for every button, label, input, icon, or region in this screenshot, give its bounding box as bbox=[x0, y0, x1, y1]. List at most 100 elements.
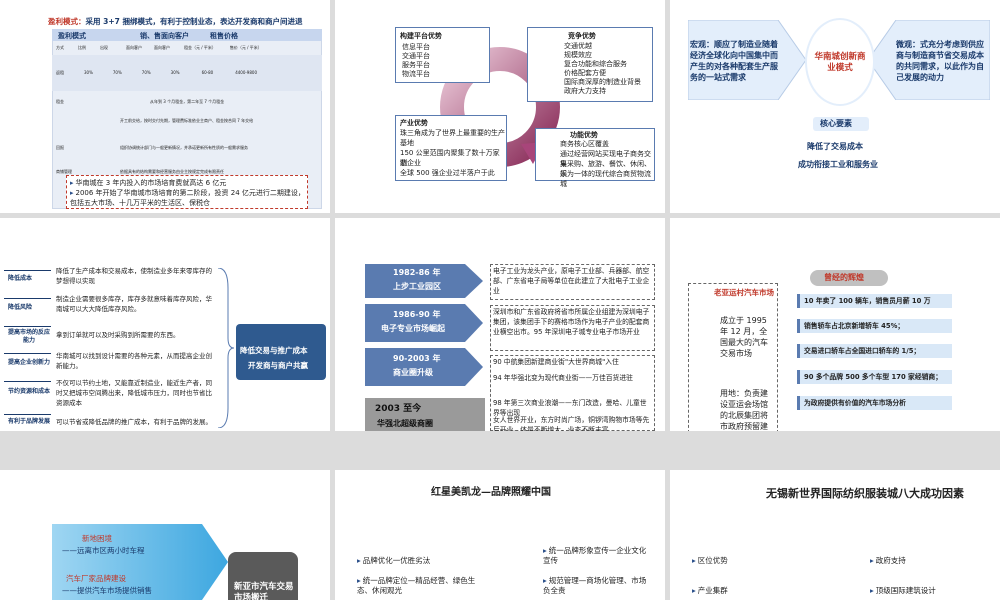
market-item: 汽车厂家品牌建设 bbox=[66, 574, 126, 583]
side-body: 成立于 1995 年 12 月，全国最大的汽车交易市场 bbox=[720, 316, 768, 358]
box-platform: 构建平台优势 信息平台 交通平台 服务平台 物流平台 bbox=[395, 27, 490, 83]
benefit-text: 制造企业需要很多库存，库存多就意味着库存风险，华南城可以大大降低库存风险。 bbox=[56, 295, 212, 313]
slide-1-profit-model[interactable]: 盈利模式：采用 3+7 捆绑模式，有利于控制业态，表达开发商和商户间进退 盈利模… bbox=[0, 0, 330, 213]
core-label: 核心要素 bbox=[820, 119, 852, 128]
benefit-label: 提高市场的反应能力 bbox=[8, 329, 51, 344]
box-title: 产业优势 bbox=[400, 119, 428, 127]
stage-text: 深圳市和广东省政府将省市所属企业组建为深圳电子集团，该集团手下的赛格市场作为电子… bbox=[493, 308, 650, 336]
table-cell: 4400-9800 bbox=[235, 70, 257, 75]
table-head: 租售价格 bbox=[210, 32, 238, 40]
heading-red: 盈利模式： bbox=[48, 17, 86, 26]
table-sub: 售价（元 / 平米） bbox=[229, 45, 262, 50]
glory-item: 90 多个品牌 500 多个车型 170 家经销商； bbox=[804, 373, 943, 381]
benefit-text: 不仅可以节约土地，又能靠近制造业，能近生产者，同时又把城市空间腾出来，降低城市压… bbox=[56, 379, 212, 407]
slide-7-new-market[interactable]: 新地困境 ——远离市区两小时车程 汽车厂家品牌建设 ——提供汽车市场提供销售 新… bbox=[0, 470, 330, 600]
macro-text: 宏观：顺应了制造业随着经济全球化向中国集中而产生的对各种配套生产服务的一站式需求 bbox=[690, 40, 778, 82]
core-line: 成功衔接工业和服务业 bbox=[798, 160, 878, 169]
benefit-text: 华南城可以找到设计需要的各种元素，从而提高企业创新能力。 bbox=[56, 352, 212, 370]
table-sub: 租金（元 / 平米） bbox=[184, 45, 216, 50]
table-sub: 比例 bbox=[78, 45, 86, 50]
box-item: 全球 500 强企业过半落户于此 bbox=[400, 169, 495, 177]
table-cell: 返租 bbox=[56, 70, 64, 75]
result-line: 开发商与商户共赢 bbox=[248, 361, 308, 370]
stage-name: 电子专业市场崛起 bbox=[381, 324, 445, 333]
brand-item: 规范管理—商场化管理、市场负全责 bbox=[543, 576, 649, 596]
benefit-label: 节约资源和成本 bbox=[8, 388, 51, 395]
stage-name: 商业圈升级 bbox=[393, 368, 433, 377]
glory-item: 为政府提供有价值的汽车市场分析 bbox=[804, 399, 906, 407]
stage-text: 90 中航集团新建商业街"大世界商城"入住 bbox=[493, 358, 619, 366]
table-cell: 30% bbox=[84, 70, 93, 75]
stage-name: 华强北超级商圈 bbox=[377, 419, 433, 428]
market-item: ——远离市区两小时车程 bbox=[62, 546, 145, 555]
table-sub: 出现 bbox=[100, 45, 108, 50]
stage-text: 94 年华强北变为现代商业街——万佳百货进驻 bbox=[493, 374, 633, 382]
factor-item: 产业集群 bbox=[692, 586, 728, 596]
market-item: 新地困境 bbox=[82, 534, 112, 543]
stage-year: 1986-90 年 bbox=[393, 310, 441, 319]
stage-name: 上步工业园区 bbox=[393, 282, 441, 291]
slide-8-red-star[interactable]: 红星美凯龙—品牌照耀中国 品牌优化一优胜劣汰 统一品牌形象宣传一企业文化宣传 统… bbox=[335, 470, 665, 600]
box-item: 物流平台 bbox=[402, 70, 430, 78]
box-industry: 产业优势 珠三角成为了世界上最重要的生产 基地 150 公里范围内聚集了数十万家… bbox=[395, 115, 507, 181]
factor-item: 政府支持 bbox=[870, 556, 906, 566]
table-sub: 方式 bbox=[56, 45, 64, 50]
benefit-text: 拿到订单就可以及时采购到所需要的东西。 bbox=[56, 331, 180, 339]
box-item: 商务核心区覆盖 bbox=[560, 140, 609, 148]
core-line: 降低了交易成本 bbox=[807, 142, 863, 151]
slide-5-huaqiang-timeline[interactable]: 1982-86 年 上步工业园区 1986-90 年 电子专业市场崛起 90-2… bbox=[335, 218, 665, 431]
table-sub: 面向客户 bbox=[154, 45, 170, 50]
box-item: 政府大力支持 bbox=[564, 87, 606, 95]
benefit-label: 有利于品牌发展 bbox=[8, 418, 51, 425]
box-competition: 竞争优势 交通优越 规模效应 复合功能和综合服务 价格配套方便 国际商深厚的制造… bbox=[527, 27, 653, 102]
box-function: 功能优势 商务核心区覆盖 通过经营网站买现电子商务交易 集采购、旅游、餐饮、休闲… bbox=[535, 128, 655, 188]
slide-2-advantages[interactable]: 构建平台优势 信息平台 交通平台 服务平台 物流平台 竞争优势 交通优越 规模效… bbox=[335, 0, 665, 213]
bullet-item: 华南城在 3 年内投入的市场培育费就高达 6 亿元 bbox=[70, 178, 306, 188]
row-label: 租金 bbox=[56, 99, 64, 104]
stage-text: 女人世界开业，东方时尚广场，铜锣湾购物市场等先后开业，体量不断增大，业态不断丰富 bbox=[493, 416, 650, 431]
stage-year: 2003 至今 bbox=[375, 404, 422, 414]
brand-item: 品牌优化一优胜劣汰 bbox=[357, 556, 507, 566]
table-head: 盈利模式 bbox=[58, 32, 86, 40]
heading-text: 采用 3+7 捆绑模式，有利于控制业态，表达开发商和商户间进退 bbox=[85, 17, 303, 26]
row-text: 组织协调统计部门与一般更新情况，并承诺更新所有性质的一般需求服务 bbox=[120, 145, 248, 150]
glory-item: 销售轿车占北京新增轿车 45%； bbox=[804, 322, 905, 330]
row-text: 从年到 3 个月租金，第二年至 7 个月租金 bbox=[150, 99, 225, 104]
benefit-label: 提高企业创新力 bbox=[8, 359, 51, 366]
result-line: 降低交易与推广成本 bbox=[240, 346, 308, 355]
relocation-label: 新亚市汽车交易市场搬迁 bbox=[234, 582, 294, 600]
slide-title: 无锡新世界国际纺织服装城八大成功因素 bbox=[766, 487, 964, 500]
stage-year: 90-2003 年 bbox=[393, 354, 441, 363]
slide-6-glory[interactable]: 曾经的辉煌 老亚运村汽车市场 成立于 1995 年 12 月，全国最大的汽车交易… bbox=[670, 218, 1000, 431]
benefit-label: 降低风险 bbox=[8, 304, 33, 311]
benefit-text: 降低了生产成本和交易成本，使制造业多年来零库存的梦想得以实现 bbox=[56, 267, 212, 285]
brand-item: 统一品牌定位—精品经营、绿色生态、休闲观光 bbox=[357, 576, 477, 596]
table-head: 销、售面向客户 bbox=[140, 32, 189, 40]
bullet-box: 华南城在 3 年内投入的市场培育费就高达 6 亿元 2006 年开始了华南城市场… bbox=[66, 175, 308, 209]
brand-item: 统一品牌形象宣传一企业文化宣传 bbox=[543, 546, 649, 566]
center-title: 华南城创新商业模式 bbox=[814, 52, 866, 73]
side-body: 用地：负责建设亚运会场馆的北辰集团将市政府预留建设奥运会场地的一块地 bbox=[720, 389, 768, 431]
side-title: 老亚运村汽车市场 bbox=[714, 288, 774, 297]
slide-3-innovation-model[interactable]: 宏观：顺应了制造业随着经济全球化向中国集中而产生的对各种配套生产服务的一站式需求… bbox=[670, 0, 1000, 213]
box-item: 乐为一体的现代综合商贸物流城 bbox=[560, 170, 651, 188]
micro-text: 微观：式充分考虑到供应商与制造商节省交易成本的共同需求，以此作为自己发展的动力 bbox=[896, 40, 984, 82]
table-cell: 60-80 bbox=[201, 70, 214, 75]
glory-item: 10 年卖了 100 辆车，销售员月薪 10 万 bbox=[804, 297, 931, 305]
row-label: 回报 bbox=[56, 145, 64, 150]
benefit-text: 可以节省或降低品牌的推广成本，有利于品牌的发展。 bbox=[56, 418, 212, 426]
table-sub: 面向客户 bbox=[126, 45, 142, 50]
factor-item: 区位优势 bbox=[692, 556, 728, 566]
factor-item: 顶级国际建筑设计 bbox=[870, 586, 936, 596]
table-cell: 70% bbox=[141, 70, 151, 75]
slide-4-benefits[interactable]: 降低成本 降低了生产成本和交易成本，使制造业多年来零库存的梦想得以实现 降低风险… bbox=[0, 218, 330, 431]
row-text: 开工前交给，按时交付先期，管理费标准依业主商户、租金按合同 7 年交给 bbox=[120, 118, 254, 123]
stage-year: 1982-86 年 bbox=[393, 268, 441, 277]
slide-title: 红星美凯龙—品牌照耀中国 bbox=[431, 487, 551, 498]
glory-item: 交易进口轿车占全国进口轿车的 1/5； bbox=[804, 347, 921, 355]
bullet-item: 2006 年开始了华南城市场培育的第二阶段，投资 24 亿元进行二期建设，包括五… bbox=[70, 188, 306, 208]
box-item: 造企业 bbox=[400, 159, 421, 167]
box-title: 竞争优势 bbox=[568, 32, 596, 40]
box-item: 珠三角成为了世界上最重要的生产 bbox=[400, 129, 505, 137]
slide-9-wuxi-factors[interactable]: 无锡新世界国际纺织服装城八大成功因素 区位优势 政府支持 产业集群 顶级国际建筑… bbox=[670, 470, 1000, 600]
